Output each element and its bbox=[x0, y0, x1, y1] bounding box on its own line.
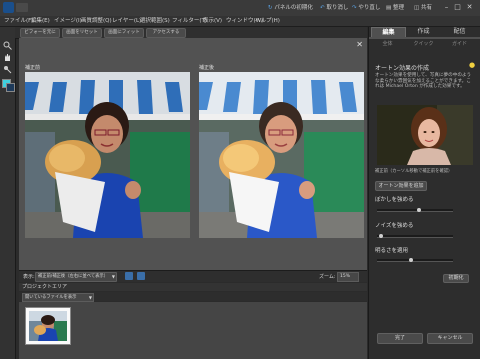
maximize-button[interactable]: □ bbox=[453, 3, 462, 12]
close-document-icon[interactable]: ✕ bbox=[356, 40, 363, 49]
redo-icon: ↷ bbox=[352, 5, 357, 11]
menu-help[interactable]: ヘルプ(H) bbox=[255, 17, 280, 25]
after-label: 補正後 bbox=[199, 65, 215, 71]
reset-panels-button[interactable]: ↻ パネルの初期化 bbox=[268, 3, 313, 13]
bin-filter-row: 開いているファイルを表示 ▼ bbox=[19, 292, 367, 302]
menu-file[interactable]: ファイル(F) bbox=[4, 17, 33, 25]
preview-photo bbox=[377, 105, 473, 165]
zoom-label: ズーム: bbox=[319, 274, 336, 280]
quick-select-tool-icon[interactable] bbox=[3, 65, 12, 74]
subtab-quick[interactable]: クイック bbox=[407, 40, 440, 48]
subtab-guided[interactable]: ガイド bbox=[443, 40, 476, 48]
undo-button[interactable]: ↶ 取り消し bbox=[320, 3, 348, 13]
background-color-swatch[interactable] bbox=[6, 83, 15, 92]
view-mode-select[interactable]: 補正前/補正後（左右に並べて表示） ▼ bbox=[35, 272, 117, 282]
section-title: オートン効果の作成 bbox=[375, 65, 430, 72]
menu-bar: ファイル(F) 編集(E) イメージ(I) 画質調整(Q) レイヤー(L) 選択… bbox=[0, 16, 480, 27]
noise-slider-track[interactable] bbox=[377, 235, 453, 238]
minimize-button[interactable]: – bbox=[442, 3, 451, 12]
project-bin-header: プロジェクトエリア bbox=[19, 283, 367, 291]
app-logo-icon bbox=[3, 2, 14, 13]
fit-screen-button[interactable]: 画面にフィット bbox=[104, 28, 144, 38]
menu-view[interactable]: 表示(V) bbox=[203, 17, 222, 25]
organizer-icon: ▤ bbox=[386, 5, 392, 11]
description-text: オートン効果を使用して、写真に夢の中のような柔らかい雰囲気を加えることができます… bbox=[375, 73, 472, 90]
done-button[interactable]: 完了 bbox=[377, 333, 423, 344]
menu-enhance[interactable]: 画質調整(Q) bbox=[81, 17, 112, 25]
lightbulb-icon[interactable]: ● bbox=[469, 61, 475, 69]
tab-create[interactable]: 作成 bbox=[407, 27, 440, 37]
blur-slider-label: ぼかしを強める bbox=[375, 197, 414, 203]
menu-filter[interactable]: フィルター(T) bbox=[172, 17, 207, 25]
before-reset-button[interactable]: ビフォーを元に bbox=[20, 28, 60, 38]
reset-button[interactable]: 初期化 bbox=[443, 274, 469, 283]
before-label: 補正前 bbox=[25, 65, 41, 71]
chevron-down-icon: ▼ bbox=[88, 295, 92, 300]
project-bin bbox=[19, 302, 367, 359]
tab-underline bbox=[369, 37, 480, 39]
brightness-slider-label: 明るさを適用 bbox=[375, 248, 409, 254]
cancel-button[interactable]: キャンセル bbox=[427, 333, 473, 344]
zoom-field[interactable]: 15% bbox=[337, 272, 359, 282]
bin-filter-select[interactable]: 開いているファイルを表示 ▼ bbox=[22, 293, 94, 302]
undo-icon: ↶ bbox=[320, 5, 325, 11]
zoom-tool-icon[interactable] bbox=[3, 41, 12, 50]
view-label: 表示: bbox=[23, 274, 35, 280]
organize-button[interactable]: ▤ 整理 bbox=[386, 3, 404, 13]
menu-select[interactable]: 選択範囲(S) bbox=[140, 17, 170, 25]
menu-layer[interactable]: レイヤー(L) bbox=[112, 17, 141, 25]
hand-tool-icon[interactable] bbox=[3, 53, 12, 62]
app-menu-button[interactable] bbox=[16, 3, 28, 12]
share-icon: ◫ bbox=[414, 5, 420, 11]
blur-slider-knob[interactable] bbox=[416, 208, 421, 212]
right-panel: 編集 作成 配信 全体 クイック ガイド オートン効果の作成 ● オートン効果を… bbox=[368, 27, 480, 359]
share-button[interactable]: ◫ 共有 bbox=[414, 3, 432, 13]
tab-share[interactable]: 配信 bbox=[443, 27, 476, 37]
reset-view-button[interactable]: 画面をリセット bbox=[62, 28, 102, 38]
brightness-slider-track[interactable] bbox=[377, 259, 453, 262]
tools-panel bbox=[0, 27, 16, 359]
menu-edit[interactable]: 編集(E) bbox=[31, 17, 50, 25]
subtab-full[interactable]: 全体 bbox=[371, 40, 404, 48]
title-bar: ↻ パネルの初期化 ↶ 取り消し ↷ やり直し ▤ 整理 ◫ 共有 – □ ✕ bbox=[0, 0, 480, 17]
redo-button[interactable]: ↷ やり直し bbox=[352, 3, 380, 13]
noise-slider-knob[interactable] bbox=[378, 234, 383, 238]
preview-caption: 補正前（カーソル移動で補正前を確認） bbox=[375, 169, 453, 174]
view-bar: 表示: 補正前/補正後（左右に並べて表示） ▼ ズーム: 15% bbox=[19, 270, 367, 282]
after-photo bbox=[199, 72, 364, 238]
swap-view-icon[interactable] bbox=[125, 272, 133, 280]
menu-image[interactable]: イメージ(I) bbox=[54, 17, 82, 25]
swap-view-alt-icon[interactable] bbox=[137, 272, 145, 280]
reset-icon: ↻ bbox=[268, 5, 273, 11]
access-button[interactable]: アクセスする bbox=[146, 28, 186, 38]
blur-slider-track[interactable] bbox=[377, 209, 453, 212]
apply-orton-button[interactable]: オートン効果を追加 bbox=[375, 181, 427, 191]
close-window-button[interactable]: ✕ bbox=[465, 3, 474, 12]
before-photo bbox=[25, 72, 190, 238]
noise-slider-label: ノイズを強める bbox=[375, 223, 414, 229]
chevron-down-icon: ▼ bbox=[111, 274, 115, 279]
thumbnail[interactable] bbox=[25, 307, 71, 345]
